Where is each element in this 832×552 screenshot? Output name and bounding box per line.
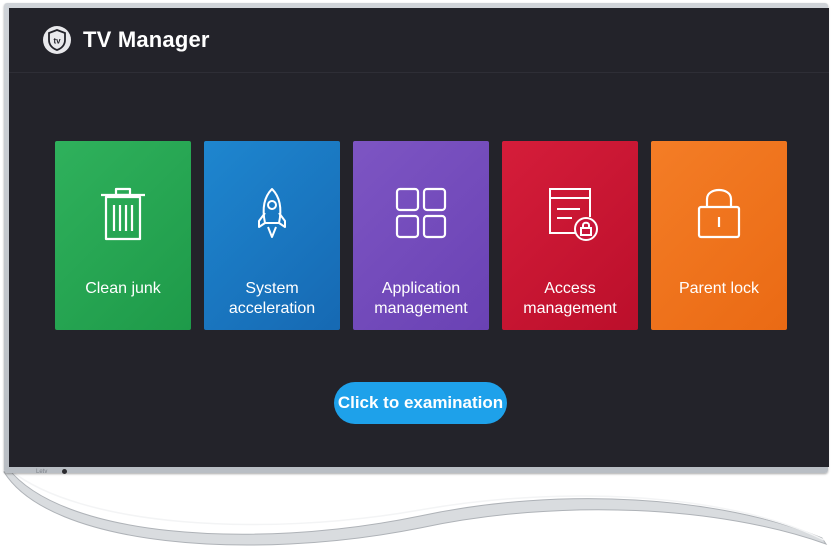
padlock-icon xyxy=(697,188,741,239)
tile-application-management[interactable]: Application management xyxy=(353,141,489,330)
brand-logo: Letv xyxy=(36,469,48,475)
tile-system-acceleration[interactable]: System acceleration xyxy=(204,141,340,330)
locked-list-icon xyxy=(549,188,598,241)
tile-access-management[interactable]: Access management xyxy=(502,141,638,330)
app-title: TV Manager xyxy=(83,27,210,52)
tile-clean-junk[interactable]: Clean junk xyxy=(55,141,191,330)
tile-parent-lock[interactable]: Parent lock xyxy=(651,141,787,330)
tv-bezel: tv TV Manager Clean junk System accelera… xyxy=(4,3,829,473)
tv-stand xyxy=(3,467,828,546)
rocket-icon xyxy=(258,188,286,238)
tile-label: Access management xyxy=(523,280,617,317)
tile-label: System acceleration xyxy=(228,280,316,317)
feature-tiles: Clean junk System acceleration Applicati… xyxy=(55,141,795,331)
click-to-examination-button[interactable]: Click to examination xyxy=(334,382,507,424)
shield-tv-logo-icon: tv xyxy=(43,26,71,54)
tile-label: Application management xyxy=(374,280,468,317)
trash-icon xyxy=(101,187,145,241)
app-header: tv TV Manager xyxy=(9,8,829,73)
tv-product-shot: tv TV Manager Clean junk System accelera… xyxy=(0,0,832,552)
tile-label: Clean junk xyxy=(85,280,161,297)
tv-screen: tv TV Manager Clean junk System accelera… xyxy=(9,8,829,467)
power-indicator xyxy=(62,469,67,474)
tile-label: Parent lock xyxy=(678,280,760,297)
logo-text: tv xyxy=(53,37,61,46)
grid-icon xyxy=(395,187,447,239)
